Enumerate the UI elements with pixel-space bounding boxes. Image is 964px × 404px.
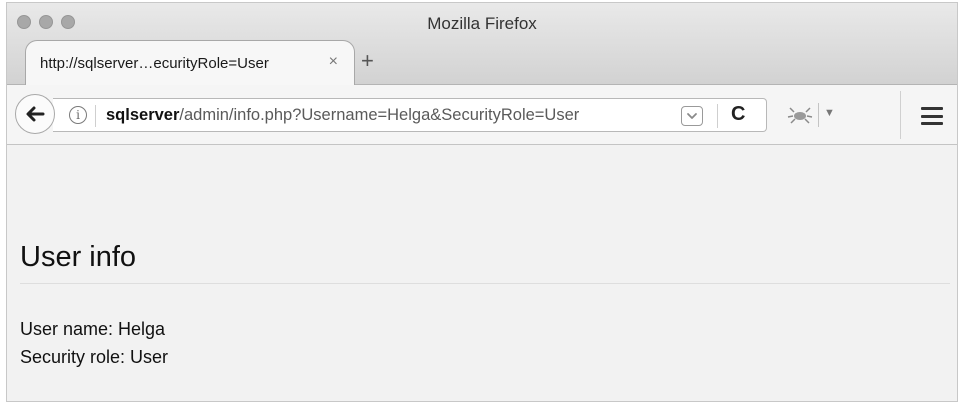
back-arrow-icon (26, 106, 45, 122)
url-divider-2 (717, 104, 718, 128)
tab-title: http://sqlserver…ecurityRole=User (40, 55, 269, 72)
browser-window: Mozilla Firefox http://sqlserver…ecurity… (6, 2, 958, 402)
page-title: User info (20, 241, 137, 273)
tab-active[interactable]: http://sqlserver…ecurityRole=User × (25, 40, 355, 86)
heading-divider (20, 283, 950, 284)
window-title: Mozilla Firefox (427, 14, 537, 33)
title-bar: Mozilla Firefox http://sqlserver…ecurity… (7, 3, 957, 86)
chevron-down-icon[interactable]: ▼ (824, 107, 835, 119)
navigation-bar: i sqlserver/admin/info.php?Username=Helg… (7, 85, 957, 145)
toolbar-divider (818, 103, 819, 127)
security-role-text: Security role: User (20, 347, 169, 367)
url-bar[interactable]: i sqlserver/admin/info.php?Username=Helg… (53, 98, 767, 132)
hamburger-menu-icon[interactable] (921, 107, 943, 125)
url-divider (95, 105, 96, 127)
url-path: /admin/info.php?Username=Helga&SecurityR… (179, 106, 580, 124)
page-content: User info User name: Helga Security role… (7, 146, 957, 401)
toolbar-divider-2 (900, 91, 901, 139)
user-name-text: User name: Helga (20, 319, 166, 339)
info-icon[interactable]: i (69, 106, 87, 124)
back-button[interactable] (15, 94, 55, 134)
new-tab-button[interactable]: + (361, 50, 374, 72)
url-field[interactable]: sqlserver/admin/info.php?Username=Helga&… (106, 106, 579, 125)
close-icon[interactable]: × (329, 53, 338, 71)
pocket-icon[interactable] (681, 106, 703, 126)
pocket-glyph (687, 113, 697, 119)
url-host: sqlserver (106, 106, 180, 124)
bug-icon[interactable] (787, 104, 813, 126)
reload-icon[interactable]: C (731, 103, 745, 126)
